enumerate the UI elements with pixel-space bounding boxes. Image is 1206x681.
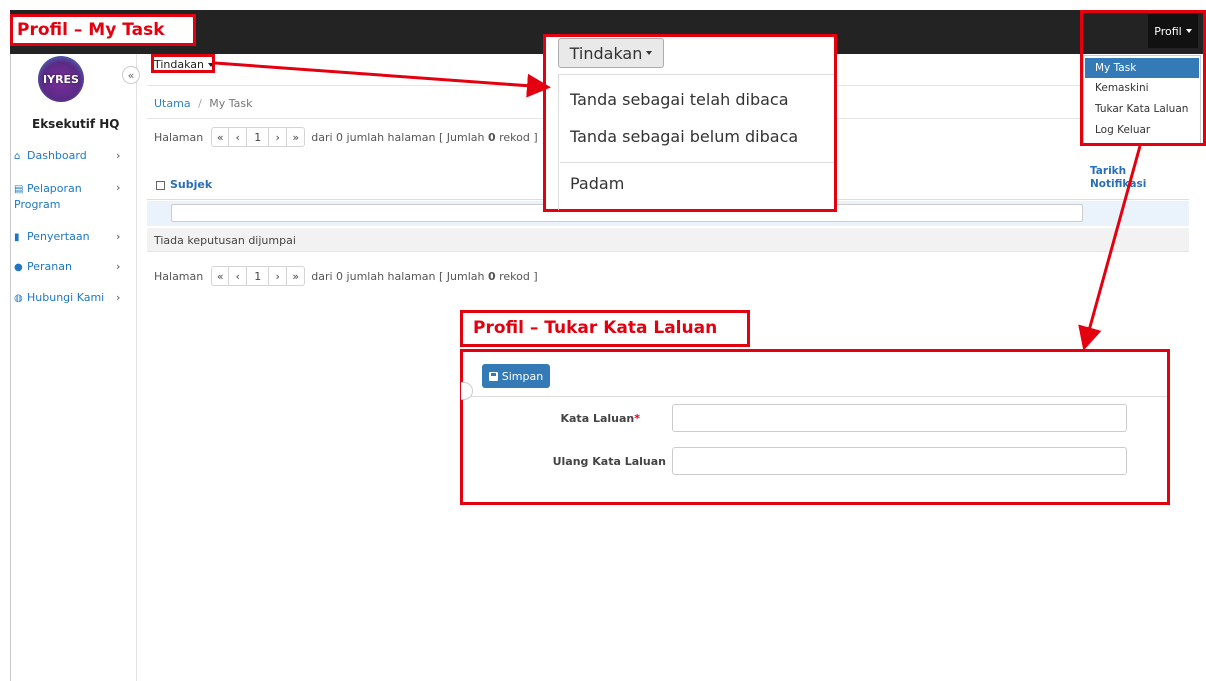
arrow-to-tukar-kata-laluan: [1078, 145, 1142, 351]
callout-arrows: [214, 61, 1142, 351]
arrow-to-tindakan-dropdown: [214, 61, 551, 98]
